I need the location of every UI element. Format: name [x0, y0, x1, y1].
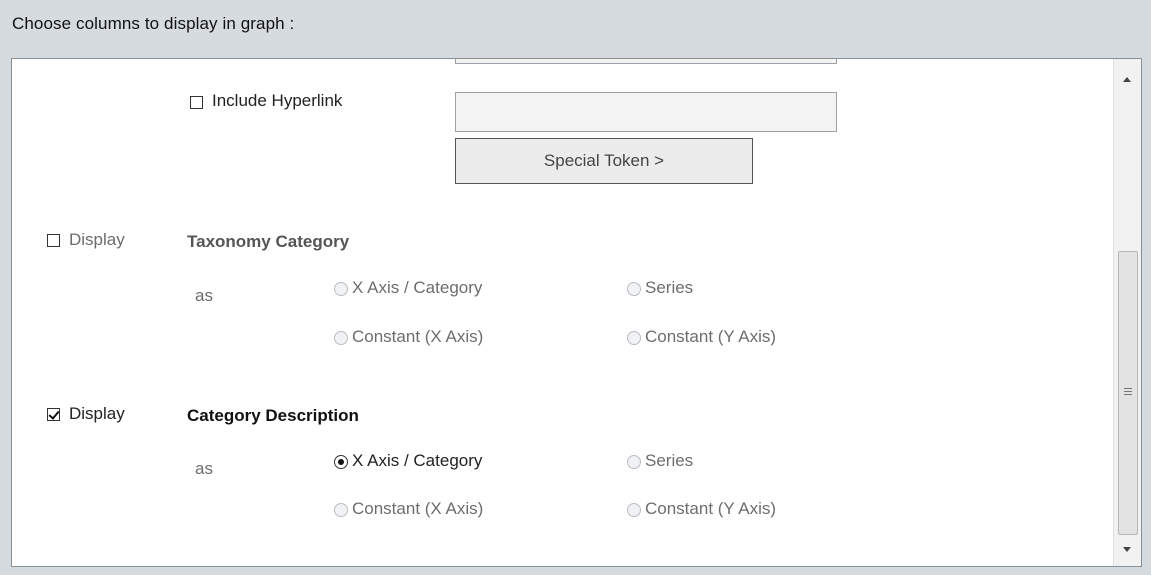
- radio-description-constant-x-axis[interactable]: [334, 503, 348, 517]
- radio-description-series[interactable]: [627, 455, 641, 469]
- option-label-description-series: Series: [645, 451, 694, 470]
- as-label-category-description: as: [195, 459, 213, 478]
- display-checkbox-category-description[interactable]: [47, 408, 60, 421]
- option-label-taxonomy-x-axis-category: X Axis / Category: [352, 278, 483, 297]
- display-label-taxonomy-category: Display: [69, 230, 125, 249]
- panel-heading: Choose columns to display in graph :: [12, 14, 295, 33]
- radio-taxonomy-constant-y-axis[interactable]: [627, 331, 641, 345]
- option-label-taxonomy-constant-y-axis: Constant (Y Axis): [645, 327, 777, 346]
- previous-field-input[interactable]: [455, 59, 837, 64]
- include-hyperlink-label: Include Hyperlink: [212, 91, 343, 110]
- as-label-taxonomy-category: as: [195, 286, 213, 305]
- special-token-button[interactable]: Special Token >: [455, 138, 753, 184]
- scrollbar-thumb[interactable]: [1118, 251, 1138, 535]
- scroll-down-arrow-icon[interactable]: [1123, 547, 1131, 552]
- include-hyperlink-checkbox[interactable]: [190, 96, 203, 109]
- display-label-category-description: Display: [69, 404, 125, 423]
- radio-taxonomy-x-axis-category[interactable]: [334, 282, 348, 296]
- option-label-description-constant-x-axis: Constant (X Axis): [352, 499, 484, 518]
- option-label-description-x-axis-category: X Axis / Category: [352, 451, 483, 470]
- hyperlink-url-input[interactable]: [455, 92, 837, 132]
- option-label-description-constant-y-axis: Constant (Y Axis): [645, 499, 777, 518]
- option-label-taxonomy-series: Series: [645, 278, 694, 297]
- option-label-taxonomy-constant-x-axis: Constant (X Axis): [352, 327, 484, 346]
- scrollbar-grip-icon: [1124, 388, 1132, 397]
- scroll-up-arrow-icon[interactable]: [1123, 77, 1131, 82]
- column-title-category-description: Category Description: [187, 406, 359, 425]
- radio-taxonomy-constant-x-axis[interactable]: [334, 331, 348, 345]
- column-title-taxonomy-category: Taxonomy Category: [187, 232, 350, 251]
- radio-description-constant-y-axis[interactable]: [627, 503, 641, 517]
- radio-taxonomy-series[interactable]: [627, 282, 641, 296]
- vertical-scrollbar[interactable]: [1113, 59, 1141, 566]
- column-chooser-panel: Include Hyperlink Special Token > Displa…: [11, 58, 1142, 567]
- radio-description-x-axis-category[interactable]: [334, 455, 348, 469]
- display-checkbox-taxonomy-category[interactable]: [47, 234, 60, 247]
